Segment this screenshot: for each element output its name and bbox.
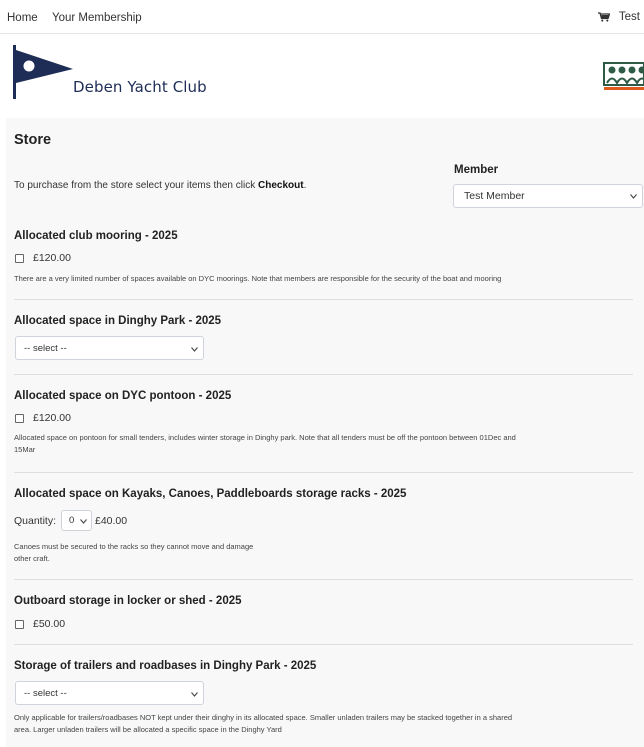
- kayak-note-line-1: Canoes must be secured to the racks so t…: [14, 542, 254, 551]
- kayak-quantity-value: 0: [69, 515, 75, 526]
- item-title-trailer-storage: Storage of trailers and roadbases in Din…: [14, 660, 317, 672]
- item-title-club-mooring: Allocated club mooring - 2025: [14, 230, 178, 242]
- pontoon-checkbox[interactable]: [15, 414, 24, 423]
- outboard-storage-price: £50.00: [33, 618, 66, 630]
- trailer-storage-note-line-1: Only applicable for trailers/roadbases N…: [14, 713, 513, 722]
- burgee-logo-icon: [13, 45, 75, 104]
- member-select-value: Test Member: [464, 190, 525, 202]
- kayak-note-line-2: other craft.: [14, 554, 50, 563]
- chevron-down-icon: [630, 192, 637, 201]
- trailer-storage-select[interactable]: -- select --: [15, 681, 204, 705]
- divider: [14, 374, 633, 375]
- pontoon-note-line-1: Allocated space on pontoon for small ten…: [14, 433, 516, 442]
- chevron-down-icon: [80, 517, 87, 526]
- club-mooring-note: There are a very limited number of space…: [14, 274, 502, 283]
- nav-membership-link[interactable]: Your Membership: [52, 12, 142, 24]
- pontoon-price: £120.00: [33, 412, 71, 424]
- divider: [14, 299, 633, 300]
- brand-header: Deben Yacht Club: [0, 34, 644, 118]
- dinghy-park-select[interactable]: -- select --: [15, 336, 204, 360]
- page-title: Store: [14, 132, 52, 148]
- cart-user-label: Test: [618, 11, 640, 23]
- item-title-kayak-racks: Allocated space on Kayaks, Canoes, Paddl…: [14, 488, 407, 500]
- store-intro-text: To purchase from the store select your i…: [14, 180, 307, 191]
- club-mooring-price: £120.00: [33, 252, 71, 264]
- cart-icon: [597, 12, 611, 22]
- membership-logo-icon: [602, 59, 644, 93]
- pontoon-note-line-2: 15Mar: [14, 445, 36, 454]
- trailer-storage-select-value: -- select --: [24, 688, 67, 699]
- kayak-quantity-label: Quantity:: [14, 515, 57, 527]
- item-title-outboard-storage: Outboard storage in locker or shed - 202…: [14, 595, 242, 607]
- item-title-pontoon: Allocated space on DYC pontoon - 2025: [14, 390, 232, 402]
- club-mooring-checkbox[interactable]: [15, 254, 24, 263]
- member-label: Member: [454, 164, 499, 176]
- cart-link[interactable]: Test: [597, 11, 640, 23]
- trailer-storage-note-line-2: area. Larger unladen trailers will be al…: [14, 725, 282, 734]
- nav-home-link[interactable]: Home: [7, 12, 38, 24]
- checkout-keyword: Checkout: [258, 180, 304, 191]
- divider: [14, 579, 633, 580]
- kayak-quantity-select[interactable]: 0: [61, 510, 92, 531]
- top-navbar: Home Your Membership Test: [0, 0, 644, 34]
- kayak-price: £40.00: [95, 515, 128, 527]
- divider: [14, 644, 633, 645]
- dinghy-park-select-value: -- select --: [24, 343, 67, 354]
- item-title-dinghy-park: Allocated space in Dinghy Park - 2025: [14, 315, 222, 327]
- chevron-down-icon: [191, 345, 198, 354]
- club-name: Deben Yacht Club: [73, 78, 207, 96]
- chevron-down-icon: [191, 690, 198, 699]
- outboard-storage-checkbox[interactable]: [15, 620, 24, 629]
- divider: [14, 472, 633, 473]
- member-select[interactable]: Test Member: [453, 184, 643, 208]
- store-panel: Store To purchase from the store select …: [6, 118, 644, 747]
